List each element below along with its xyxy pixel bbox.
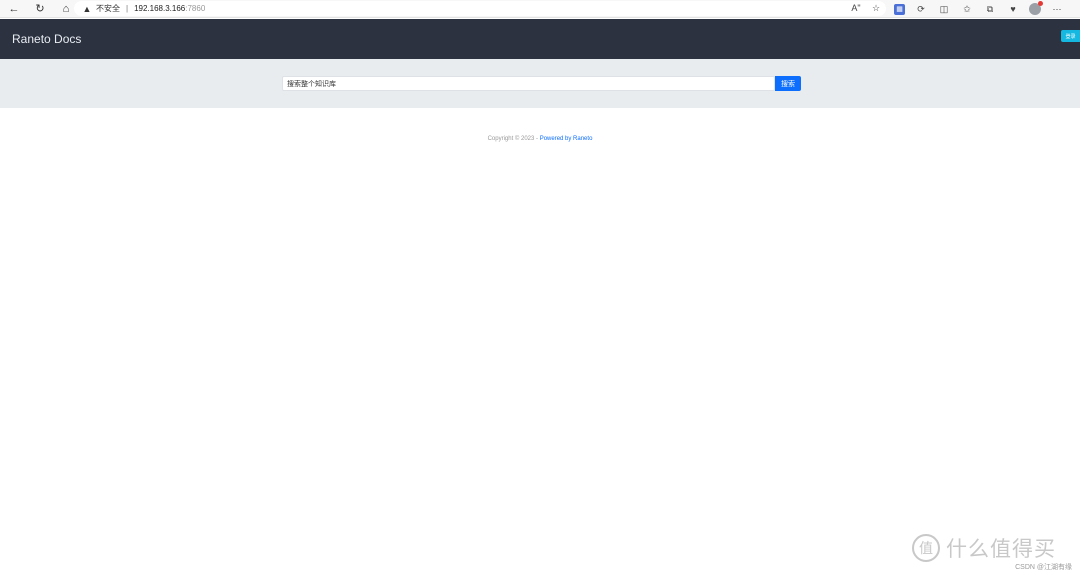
refresh-extension-icon[interactable]: ⟳ bbox=[914, 2, 928, 16]
collections-icon[interactable]: ⧉ bbox=[983, 2, 997, 16]
read-aloud-icon[interactable]: Aʺ bbox=[850, 2, 862, 14]
top-navbar: Raneto Docs 登录 bbox=[0, 19, 1080, 59]
back-arrow-icon[interactable]: ← bbox=[7, 2, 21, 16]
favorites-icon[interactable]: ✩ bbox=[960, 2, 974, 16]
search-section: 搜索整个知识库 搜索 bbox=[0, 59, 1080, 108]
powered-by-link[interactable]: Powered by Raneto bbox=[540, 136, 593, 142]
reload-icon[interactable]: ↻ bbox=[33, 2, 47, 16]
address-bar[interactable]: ▲ 不安全 | 192.168.3.166:7860 Aʺ ☆ bbox=[74, 1, 886, 16]
url-host: 192.168.3.166 bbox=[134, 4, 186, 13]
browser-essentials-icon[interactable]: ♥ bbox=[1006, 2, 1020, 16]
browser-toolbar: ← ↻ ⌂ ▲ 不安全 | 192.168.3.166:7860 Aʺ ☆ ▦ … bbox=[0, 0, 1080, 18]
profile-avatar-icon[interactable] bbox=[1029, 1, 1043, 15]
star-icon[interactable]: ☆ bbox=[870, 2, 882, 14]
brand-title[interactable]: Raneto Docs bbox=[12, 32, 81, 46]
credit-text: CSDN @江湖有缘 bbox=[1015, 564, 1072, 571]
more-options-icon[interactable]: ⋯ bbox=[1050, 2, 1064, 16]
search-button[interactable]: 搜索 bbox=[775, 76, 801, 91]
extension-icon[interactable]: ▦ bbox=[894, 3, 905, 15]
watermark-text: 什么值得买 bbox=[946, 537, 1056, 561]
home-icon[interactable]: ⌂ bbox=[59, 2, 73, 16]
warning-icon[interactable]: ▲ bbox=[82, 4, 92, 14]
footer: Copyright © 2023 - Powered by Raneto bbox=[0, 136, 1080, 142]
search-input[interactable]: 搜索整个知识库 bbox=[282, 76, 775, 91]
watermark: 值 什么值得买 bbox=[912, 533, 1056, 563]
login-button[interactable]: 登录 bbox=[1061, 30, 1080, 42]
insecure-label: 不安全 bbox=[96, 4, 120, 13]
address-separator: | bbox=[126, 4, 129, 13]
split-screen-icon[interactable]: ◫ bbox=[937, 2, 951, 16]
copyright-text: Copyright © 2023 - bbox=[487, 136, 540, 142]
url-port: :7860 bbox=[185, 4, 206, 13]
watermark-logo-icon: 值 bbox=[912, 534, 940, 562]
